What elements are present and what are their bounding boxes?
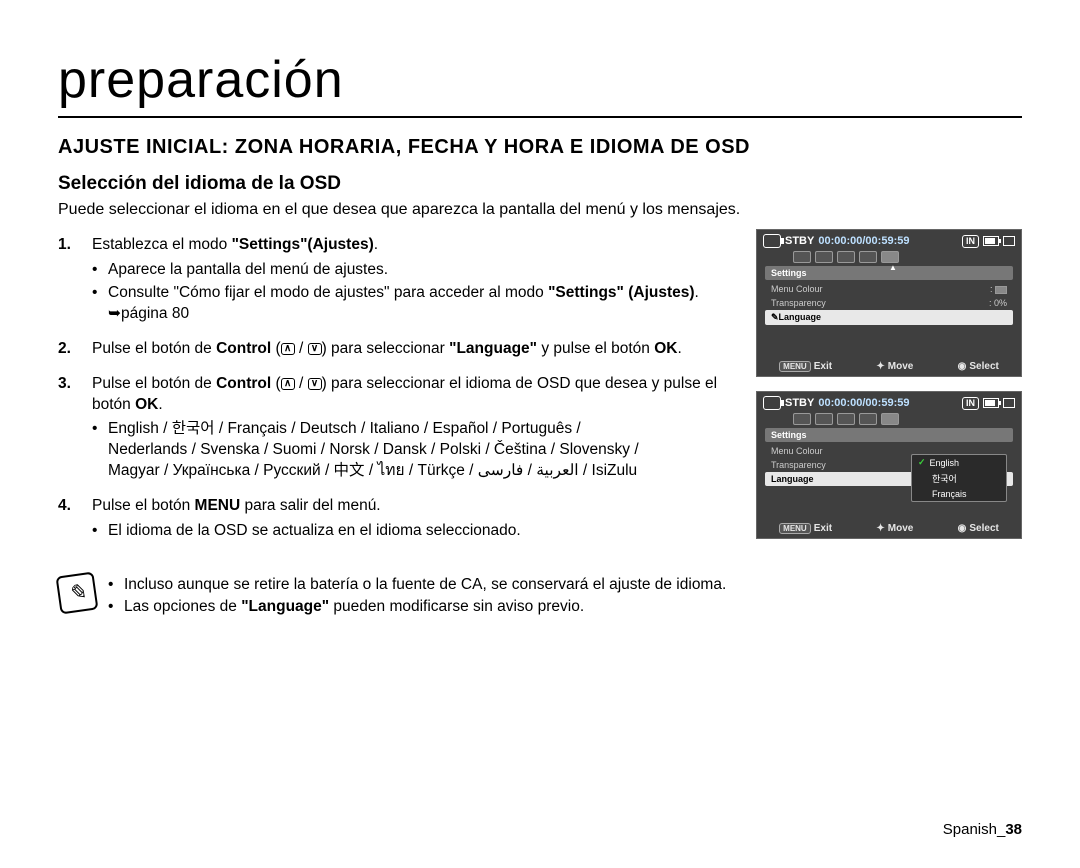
exit-label[interactable]: MENUExit xyxy=(779,361,832,372)
option-korean[interactable]: 한국어 xyxy=(912,470,1006,487)
note-2: Las opciones de "Language" pueden modifi… xyxy=(108,596,726,618)
camera-icon xyxy=(763,396,781,410)
note-icon: ✎ xyxy=(56,572,99,615)
note-1: Incluso aunque se retire la batería o la… xyxy=(108,574,726,596)
page-title: preparación xyxy=(58,50,1022,118)
down-icon: ∨ xyxy=(308,343,322,355)
select-label[interactable]: ◉ Select xyxy=(958,361,999,372)
step-1-bullet-1: Aparece la pantalla del menú de ajustes. xyxy=(92,260,738,281)
steps-column: Establezca el modo "Settings"(Ajustes). … xyxy=(58,235,738,556)
mode-icon xyxy=(793,413,811,425)
up-icon: ∧ xyxy=(281,378,295,390)
dial-icon xyxy=(859,251,877,263)
menu-settings-header: Settings xyxy=(765,428,1013,442)
time-label: 00:00:00/00:59:59 xyxy=(818,235,909,247)
card-icon xyxy=(1003,398,1015,408)
menu-row-language[interactable]: ✎Language xyxy=(765,310,1013,325)
osd-screen-1: STBY 00:00:00/00:59:59 IN Settings▲ Menu… xyxy=(756,229,1022,377)
camera-icon xyxy=(763,234,781,248)
osd-screen-2: STBY 00:00:00/00:59:59 IN Settings Menu … xyxy=(756,391,1022,539)
wb-icon xyxy=(837,251,855,263)
battery-icon xyxy=(983,398,999,408)
screen-previews: STBY 00:00:00/00:59:59 IN Settings▲ Menu… xyxy=(756,229,1022,556)
languages-list: English / 한국어 / Français / Deutsch / Ita… xyxy=(92,419,738,482)
move-label: ✦ Move xyxy=(876,523,913,534)
note-box: ✎ Incluso aunque se retire la batería o … xyxy=(58,574,1022,617)
menu-row-colour: Menu Colour: xyxy=(765,282,1013,296)
info-icon xyxy=(815,413,833,425)
exit-label[interactable]: MENUExit xyxy=(779,523,832,534)
down-icon: ∨ xyxy=(308,378,322,390)
subheading: Selección del idioma de la OSD xyxy=(58,173,1022,195)
step-4-bullet-1: El idioma de la OSD se actualiza en el i… xyxy=(92,521,738,542)
intro-text: Puede seleccionar el idioma en el que de… xyxy=(58,201,1022,219)
dial-icon xyxy=(859,413,877,425)
settings-icon xyxy=(881,251,899,263)
step-4: Pulse el botón MENU para salir del menú.… xyxy=(58,496,738,542)
info-icon xyxy=(815,251,833,263)
language-dropdown[interactable]: ✓English 한국어 Français xyxy=(911,454,1007,502)
page-footer: Spanish_38 xyxy=(943,821,1022,838)
step-1: Establezca el modo "Settings"(Ajustes). … xyxy=(58,235,738,325)
up-icon: ∧ xyxy=(281,343,295,355)
wb-icon xyxy=(837,413,855,425)
step-3: Pulse el botón de Control (∧ / ∨) para s… xyxy=(58,374,738,483)
time-label: 00:00:00/00:59:59 xyxy=(818,397,909,409)
battery-icon xyxy=(983,236,999,246)
step-2: Pulse el botón de Control (∧ / ∨) para s… xyxy=(58,339,738,360)
step-1-bullet-2: Consulte "Cómo fijar el modo de ajustes"… xyxy=(92,283,738,325)
menu-settings-header: Settings▲ xyxy=(765,266,1013,280)
section-heading: AJUSTE INICIAL: ZONA HORARIA, FECHA Y HO… xyxy=(58,136,1022,159)
move-label: ✦ Move xyxy=(876,361,913,372)
settings-icon xyxy=(881,413,899,425)
card-icon xyxy=(1003,236,1015,246)
menu-row-transparency: Transparency: 0% xyxy=(765,296,1013,310)
option-french[interactable]: Français xyxy=(912,487,1006,501)
stby-label: STBY xyxy=(785,397,814,409)
option-english[interactable]: ✓English xyxy=(912,455,1006,470)
in-badge: IN xyxy=(962,397,979,410)
stby-label: STBY xyxy=(785,235,814,247)
mode-icon xyxy=(793,251,811,263)
in-badge: IN xyxy=(962,235,979,248)
select-label[interactable]: ◉ Select xyxy=(958,523,999,534)
